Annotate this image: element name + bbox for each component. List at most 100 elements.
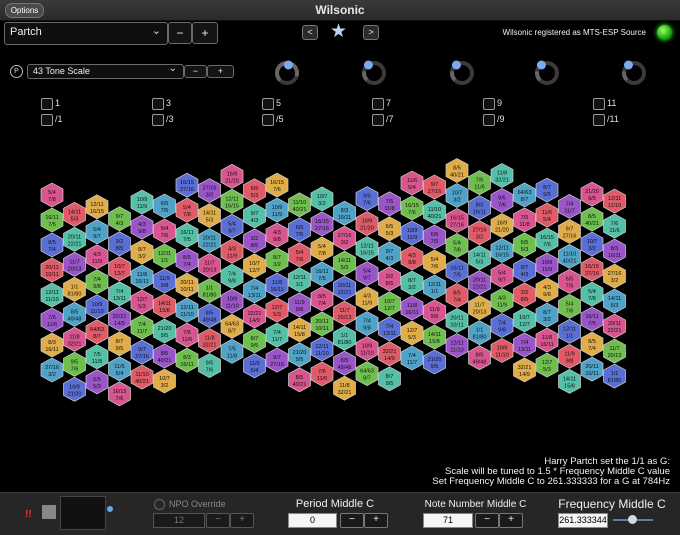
hex-key[interactable]: 11/65/4 xyxy=(243,353,266,379)
checkbox-utonal-2[interactable] xyxy=(152,114,164,126)
checkbox-otonal-6[interactable] xyxy=(593,98,605,110)
hex-key[interactable]: 4/311/9 xyxy=(490,288,514,313)
hex-key[interactable]: 11/65/4 xyxy=(400,170,424,196)
hex-key[interactable]: 6/57/5 xyxy=(153,193,176,219)
checkbox-otonal-5[interactable] xyxy=(483,98,495,110)
hex-key[interactable]: 20/1110/11 xyxy=(445,308,469,333)
hex-key[interactable]: 11/1040/21 xyxy=(288,192,311,218)
hex-key[interactable]: 12/1111/10 xyxy=(603,188,626,214)
hex-key[interactable]: 6/57/5 xyxy=(423,224,446,250)
hex-key[interactable]: 9/74/3 xyxy=(243,203,266,229)
hex-key[interactable]: 11/832/21 xyxy=(63,326,86,352)
npo-minus-button[interactable]: − xyxy=(206,513,230,528)
hex-key[interactable]: 11/1040/21 xyxy=(423,199,446,225)
hex-key[interactable]: 21/209/5 xyxy=(153,318,176,344)
hex-key[interactable]: 16/157/6 xyxy=(265,172,289,198)
hex-key[interactable]: 10/712/7 xyxy=(108,256,131,282)
hex-key[interactable]: 8/316/11 xyxy=(40,332,64,358)
hex-key[interactable]: 21/209/5 xyxy=(423,349,446,375)
hex-key[interactable]: 8/316/11 xyxy=(603,238,626,264)
hex-key[interactable]: 10/73/2 xyxy=(310,186,334,212)
hex-key[interactable]: 4/311/9 xyxy=(85,244,109,270)
hex-key[interactable]: 5/47/8 xyxy=(310,236,334,262)
hex-key[interactable]: 7/611/6 xyxy=(468,170,491,196)
hex-key[interactable]: 3/28/5 xyxy=(243,228,266,254)
hex-key[interactable]: 14/115/3 xyxy=(468,245,491,271)
hex-key[interactable]: 16/117/5 xyxy=(40,207,64,233)
hex-key[interactable]: 8/549/48 xyxy=(63,301,86,327)
hex-key[interactable]: 20/1110/11 xyxy=(310,311,334,337)
hex-key[interactable]: 5/47/6 xyxy=(558,294,581,319)
hex-key[interactable]: 10/712/7 xyxy=(378,291,401,317)
knob-3[interactable] xyxy=(450,60,474,85)
hex-key[interactable]: 7/611/6 xyxy=(310,361,334,387)
hex-key[interactable]: 12/111/1 xyxy=(558,319,581,344)
p-badge[interactable]: P xyxy=(10,65,23,78)
hex-key[interactable]: 14/1115/8 xyxy=(153,293,176,319)
hex-key[interactable]: 16/117/5 xyxy=(310,261,334,287)
hex-key[interactable]: 9/57/6 xyxy=(198,353,221,378)
hex-key[interactable]: 9/57/6 xyxy=(355,186,379,211)
scale-thumbnail[interactable] xyxy=(60,496,106,530)
period-minus-button[interactable]: − xyxy=(340,513,364,528)
hex-key[interactable]: 8/79/5 xyxy=(243,328,266,354)
hex-key[interactable]: 12/1111/10 xyxy=(310,336,334,362)
hex-key[interactable]: 12/75/3 xyxy=(535,352,559,378)
hex-key[interactable]: 5/47/8 xyxy=(445,233,469,258)
hex-key[interactable]: 27/163/2 xyxy=(603,263,626,289)
hex-key[interactable]: 7/511/8 xyxy=(220,338,244,364)
hex-key[interactable]: 9/727/16 xyxy=(558,219,581,244)
hex-key[interactable]: 11/832/21 xyxy=(198,328,221,353)
hex-key[interactable]: 8/316/11 xyxy=(333,200,356,226)
hex-key[interactable]: 10/911/10 xyxy=(220,288,244,314)
hex-key[interactable]: 14/115/3 xyxy=(198,203,221,228)
hex-key[interactable]: 6/55/3 xyxy=(378,216,401,242)
hex-key[interactable]: 11/816/11 xyxy=(400,295,424,321)
hex-key[interactable]: 11/720/13 xyxy=(603,338,626,364)
hex-key[interactable]: 12/1116/15 xyxy=(85,194,109,220)
scale-dropdown[interactable]: 43 Tone Scale ⌄ xyxy=(27,63,184,79)
grid-icon[interactable] xyxy=(42,505,56,519)
hex-key[interactable]: 5/49/7 xyxy=(85,219,109,245)
hex-key[interactable]: 7/411/7 xyxy=(558,194,581,219)
hex-key[interactable]: 1/181/80 xyxy=(603,363,626,389)
hex-key[interactable]: 6/55/3 xyxy=(85,369,109,395)
hex-key[interactable]: 8/73/2 xyxy=(400,270,424,296)
hex-key[interactable]: 4/39/8 xyxy=(130,214,154,240)
hex-key[interactable]: 1/181/80 xyxy=(198,278,221,303)
hex-key[interactable]: 8/57/4 xyxy=(580,331,604,357)
hex-key[interactable]: 11/99/8 xyxy=(153,268,176,294)
hex-key[interactable]: 11/720/13 xyxy=(333,300,356,326)
hex-key[interactable]: 10/911/9 xyxy=(265,197,289,223)
hex-key[interactable]: 20/1122/21 xyxy=(63,226,86,252)
hex-key[interactable]: 11/720/13 xyxy=(63,251,86,277)
knob-5[interactable] xyxy=(622,60,646,85)
hex-key[interactable]: 64/638/7 xyxy=(513,182,536,208)
knob-2[interactable] xyxy=(362,60,386,85)
hex-key[interactable]: 14/115/3 xyxy=(603,288,626,314)
hex-key[interactable]: 9/727/16 xyxy=(423,174,446,200)
hex-key[interactable]: 6/57/5 xyxy=(558,269,581,294)
hex-key[interactable]: 8/57/4 xyxy=(40,232,64,258)
hex-key[interactable]: 11/65/4 xyxy=(535,202,559,228)
hex-key[interactable]: 9/74/3 xyxy=(513,257,536,283)
hex-key[interactable]: 7/49/8 xyxy=(85,269,109,295)
hex-key[interactable]: 12/75/3 xyxy=(400,320,424,346)
hex-key[interactable]: 16/1527/16 xyxy=(580,256,604,282)
next-button[interactable]: > xyxy=(363,25,379,40)
checkbox-otonal-1[interactable] xyxy=(41,98,53,110)
hex-key[interactable]: 11/1040/21 xyxy=(130,364,154,390)
hex-key[interactable]: 14/1115/8 xyxy=(558,369,581,394)
note-plus-button[interactable]: + xyxy=(499,513,523,528)
hex-key[interactable]: 16/157/6 xyxy=(400,195,424,221)
hex-key[interactable]: 27/163/2 xyxy=(198,178,221,203)
hex-key[interactable]: 20/1122/21 xyxy=(333,275,356,301)
checkbox-otonal-4[interactable] xyxy=(372,98,384,110)
hex-key[interactable]: 16/157/6 xyxy=(535,227,559,253)
hex-key[interactable]: 8/316/11 xyxy=(468,195,491,221)
hex-key[interactable]: 16/157/6 xyxy=(108,381,131,407)
hex-key[interactable]: 8/79/5 xyxy=(535,177,559,203)
knob-1[interactable] xyxy=(275,60,299,85)
hex-key[interactable]: 12/75/3 xyxy=(265,297,289,323)
hex-key[interactable]: 8/549/48 xyxy=(468,345,491,371)
